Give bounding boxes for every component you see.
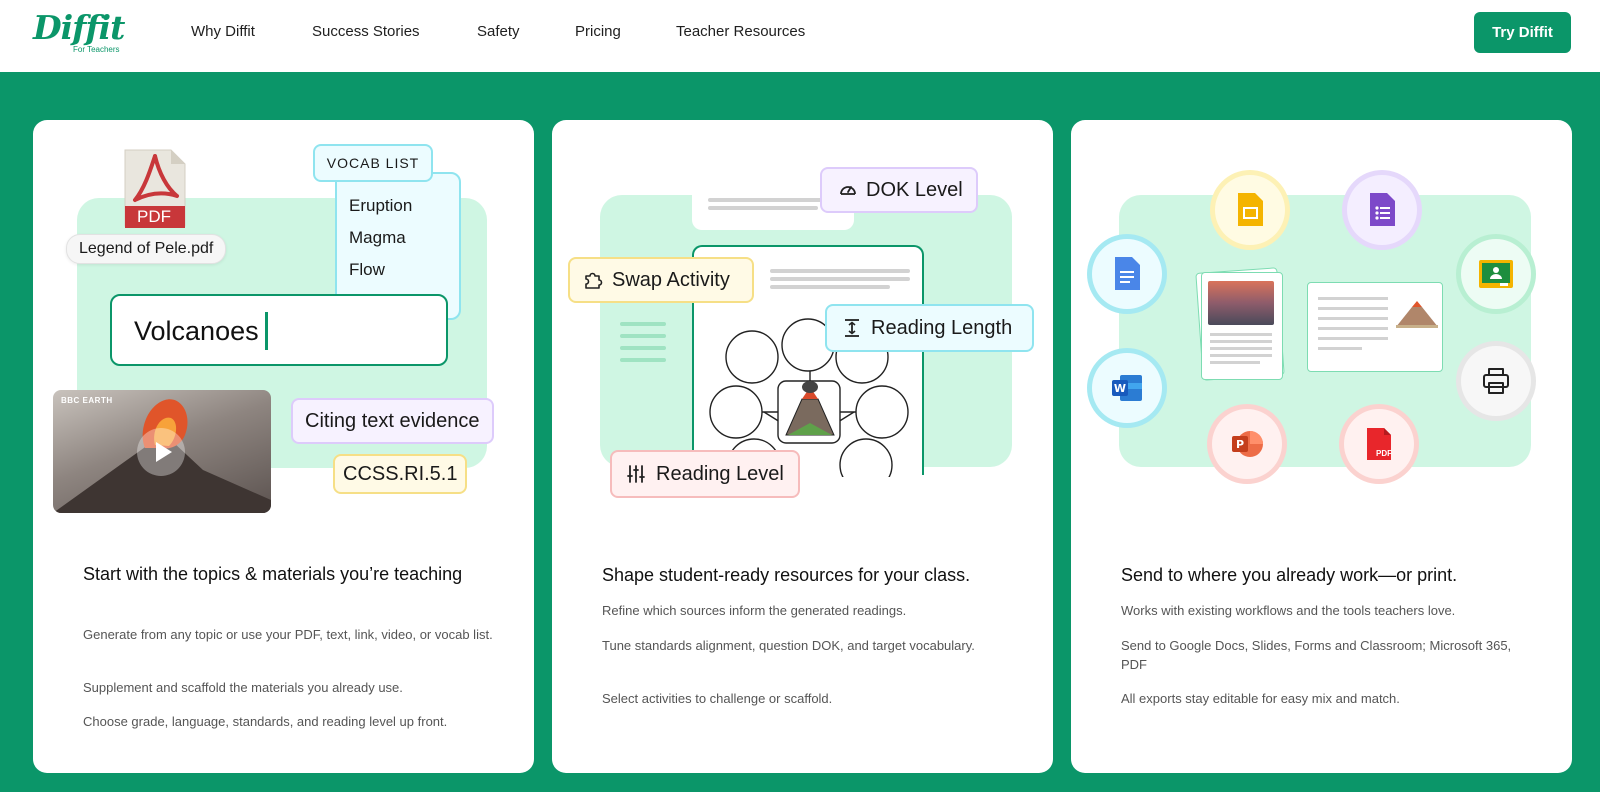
- google-classroom-icon: [1479, 260, 1513, 288]
- feature-card-send: W P PDF Send to where you already work—o…: [1071, 120, 1572, 773]
- tag-label: DOK Level: [866, 178, 963, 201]
- exported-slide: [1307, 282, 1443, 372]
- tag-label: Swap Activity: [612, 268, 730, 291]
- tag-label: Reading Level: [656, 462, 784, 485]
- card-bullet: Works with existing workflows and the to…: [1121, 603, 1456, 618]
- logo-wordmark: Diffit: [33, 8, 125, 47]
- svg-text:P: P: [1236, 438, 1244, 451]
- site-header: Diffit For Teachers Why Diffit Success S…: [0, 0, 1600, 72]
- google-slides-button[interactable]: [1210, 170, 1290, 250]
- nav-why-diffit[interactable]: Why Diffit: [191, 22, 255, 42]
- volcano-diagram: [1396, 301, 1438, 328]
- google-slides-icon: [1238, 193, 1263, 226]
- diffit-logo[interactable]: Diffit For Teachers: [33, 10, 133, 60]
- pdf-filename-chip: Legend of Pele.pdf: [66, 234, 227, 264]
- google-forms-button[interactable]: [1342, 170, 1422, 250]
- topic-input[interactable]: Volcanoes: [110, 294, 448, 366]
- puzzle-icon: [585, 272, 603, 289]
- card-bullet: Send to Google Docs, Slides, Forms and C…: [1121, 638, 1512, 672]
- sliders-icon: [627, 465, 645, 483]
- pdf-icon-label: PDF: [1376, 449, 1392, 458]
- video-thumbnail[interactable]: BBC EARTH: [53, 390, 271, 513]
- tag-reading-level: Reading Level: [610, 450, 800, 498]
- vocab-item: Flow: [349, 260, 385, 279]
- nav-teacher-resources[interactable]: Teacher Resources: [676, 22, 805, 42]
- pdf-badge-label: PDF: [137, 207, 171, 226]
- google-docs-button[interactable]: [1087, 234, 1167, 314]
- nav-success-stories[interactable]: Success Stories: [312, 22, 420, 42]
- vocab-item: Eruption: [349, 196, 413, 215]
- card-bullet: Generate from any topic or use your PDF,…: [83, 627, 493, 642]
- play-icon[interactable]: [137, 428, 185, 476]
- card-bullet: Supplement and scaffold the materials yo…: [83, 680, 403, 695]
- nav-safety[interactable]: Safety: [477, 22, 520, 42]
- pdf-file-icon: PDF: [123, 148, 187, 228]
- feature-card-start: PDF Legend of Pele.pdf Eruption Magma Fl…: [33, 120, 534, 773]
- try-diffit-button[interactable]: Try Diffit: [1474, 12, 1571, 53]
- tag-dok-level: DOK Level: [820, 167, 978, 213]
- text-cursor: [265, 312, 268, 350]
- section-divider: [0, 792, 1600, 808]
- video-source-label: BBC EARTH: [61, 396, 113, 405]
- google-classroom-button[interactable]: [1456, 234, 1536, 314]
- card-title: Send to where you already work—or print.: [1121, 565, 1458, 585]
- print-button[interactable]: [1456, 341, 1536, 421]
- feature-card-shape: DOK Level Swap Activity Reading Length R…: [552, 120, 1053, 773]
- card-title: Shape student-ready resources for your c…: [602, 565, 971, 585]
- google-forms-icon: [1370, 193, 1395, 226]
- card-bullet: Select activities to challenge or scaffo…: [602, 691, 833, 706]
- vocab-item: Magma: [349, 228, 406, 247]
- gauge-icon: [840, 186, 856, 195]
- card-title: Start with the topics & materials you’re…: [83, 564, 463, 584]
- topic-input-value: Volcanoes: [134, 316, 259, 346]
- powerpoint-icon: P: [1232, 431, 1263, 457]
- svg-text:W: W: [1114, 382, 1126, 395]
- pdf-export-button[interactable]: PDF: [1339, 404, 1419, 484]
- length-icon: [845, 319, 859, 337]
- tag-standard: CCSS.RI.5.1: [333, 454, 468, 494]
- exported-document: [1201, 272, 1283, 380]
- volcano-photo: [1208, 281, 1274, 325]
- tag-reading-length: Reading Length: [825, 304, 1034, 352]
- tag-swap-activity: Swap Activity: [568, 257, 754, 303]
- powerpoint-button[interactable]: P: [1207, 404, 1287, 484]
- print-icon: [1483, 368, 1509, 394]
- card-bullet: Tune standards alignment, question DOK, …: [602, 638, 975, 653]
- tag-label: Reading Length: [871, 316, 1013, 339]
- tag-citing-evidence: Citing text evidence: [291, 398, 494, 444]
- card-bullet: All exports stay editable for easy mix a…: [1121, 691, 1400, 706]
- vocab-list-header: VOCAB LIST: [313, 144, 433, 182]
- nav-pricing[interactable]: Pricing: [575, 22, 621, 42]
- google-docs-icon: [1115, 257, 1140, 290]
- card-bullet: Refine which sources inform the generate…: [602, 603, 907, 618]
- logo-tagline: For Teachers: [73, 45, 120, 54]
- word-icon: W: [1112, 375, 1142, 401]
- word-button[interactable]: W: [1087, 348, 1167, 428]
- card-bullet: Choose grade, language, standards, and r…: [83, 714, 448, 729]
